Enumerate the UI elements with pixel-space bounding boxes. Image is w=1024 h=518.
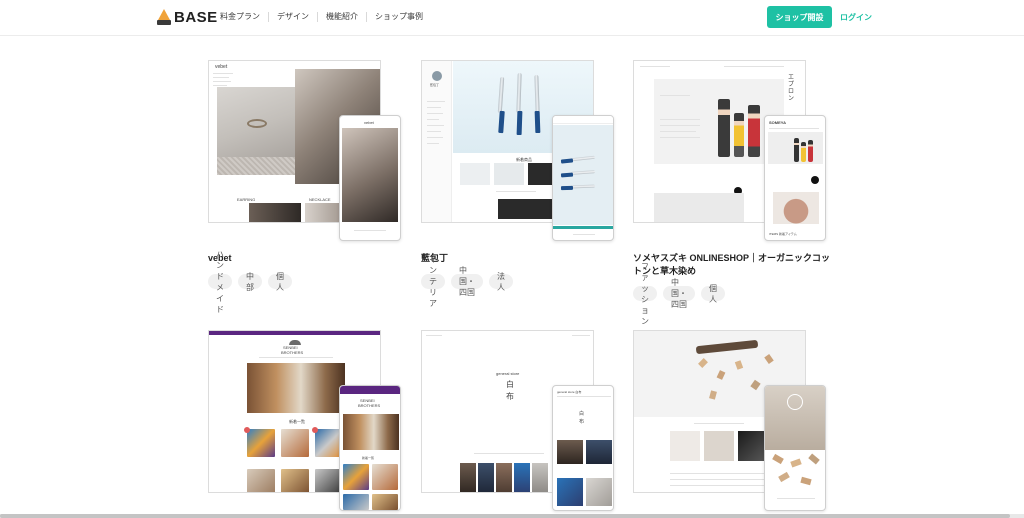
open-shop-button[interactable]: ショップ開設 — [767, 6, 832, 28]
desk-section-title: 新着一覧 — [289, 419, 305, 424]
phone-brand: general store 白布 — [557, 390, 582, 394]
phone-brand: vebet — [364, 120, 374, 125]
site-header: BASE 料金プラン デザイン 機能紹介 ショップ事例 ショップ開設 ログイン — [0, 0, 1024, 36]
tag-owner-type[interactable]: 個人 — [701, 284, 725, 304]
desk-brand: 藍包丁 — [430, 83, 440, 87]
mobile-screenshot: SOMEYA ITEMS 新着アイテム — [764, 115, 826, 241]
phone-kanji-cloth: 布 — [579, 419, 585, 425]
base-logo-icon — [157, 9, 171, 25]
phone-kanji-white: 白 — [579, 411, 585, 417]
phone-section-title: 新着一覧 — [362, 456, 375, 460]
shop-tags: ファッション 中国・四国 個人 — [633, 262, 725, 326]
caption-earring: EARRING — [237, 197, 256, 202]
desk-kanji-white: 白 — [506, 380, 514, 389]
ai-knife-logo-icon — [432, 71, 442, 81]
ring-image — [217, 87, 295, 157]
shop-tags: インテリア 中国・四国 法人 — [421, 255, 513, 308]
nav-shop-cases[interactable]: ショップ事例 — [366, 12, 431, 22]
senbei-hero-image — [247, 363, 345, 413]
nav-features[interactable]: 機能紹介 — [317, 12, 366, 22]
mobile-screenshot: vebet — [339, 115, 401, 241]
login-link[interactable]: ログイン — [840, 12, 872, 23]
caption-necklace: NECKLACE — [309, 197, 331, 202]
tag-category[interactable]: ファッション — [633, 262, 657, 326]
mobile-screenshot — [764, 385, 826, 511]
shop-title[interactable]: ソメヤスズキ ONLINESHOP｜オーガニックコットンと草木染め — [633, 252, 833, 278]
desk-kanji-cloth: 布 — [506, 392, 514, 401]
horizontal-scrollbar[interactable] — [0, 514, 1024, 518]
logo-text: BASE — [174, 8, 218, 26]
nav-pricing[interactable]: 料金プラン — [220, 12, 268, 22]
tag-category[interactable]: ハンドメイド — [208, 250, 232, 314]
tag-region[interactable]: 中部 — [238, 272, 262, 292]
main-nav: 料金プラン デザイン 機能紹介 ショップ事例 — [220, 12, 431, 22]
shop-tags: ハンドメイド 中部 個人 — [208, 250, 292, 314]
desk-brand-line2: BROTHERS — [281, 350, 304, 355]
shop-logo-icon — [787, 394, 803, 410]
desk-vertical-text: エプロン — [788, 75, 795, 102]
mobile-screenshot: general store 白布 白 布 — [552, 385, 614, 511]
nav-design[interactable]: デザイン — [268, 12, 317, 22]
tag-region[interactable]: 中国・四国 — [451, 266, 483, 297]
tag-region[interactable]: 中国・四国 — [663, 278, 695, 309]
shop-title[interactable]: 藍包丁 — [421, 252, 621, 265]
base-logo[interactable]: BASE — [157, 8, 218, 26]
desk-brand: vebet — [215, 64, 228, 70]
desk-brand: general store — [496, 371, 520, 376]
mobile-screenshot — [552, 115, 614, 241]
mobile-screenshot: SENBEI BROTHERS 新着一覧 — [339, 385, 401, 511]
tag-category[interactable]: インテリア — [421, 255, 445, 308]
phone-brand: SOMEYA — [769, 120, 786, 125]
tag-owner-type[interactable]: 個人 — [268, 272, 292, 292]
phone-caption: ITEMS 新着アイテム — [769, 232, 797, 236]
shop-title[interactable]: vebet — [208, 252, 408, 265]
phone-brand-line2: BROTHERS — [358, 403, 381, 408]
tag-owner-type[interactable]: 法人 — [489, 272, 513, 292]
scrollbar-thumb[interactable] — [0, 514, 1010, 518]
